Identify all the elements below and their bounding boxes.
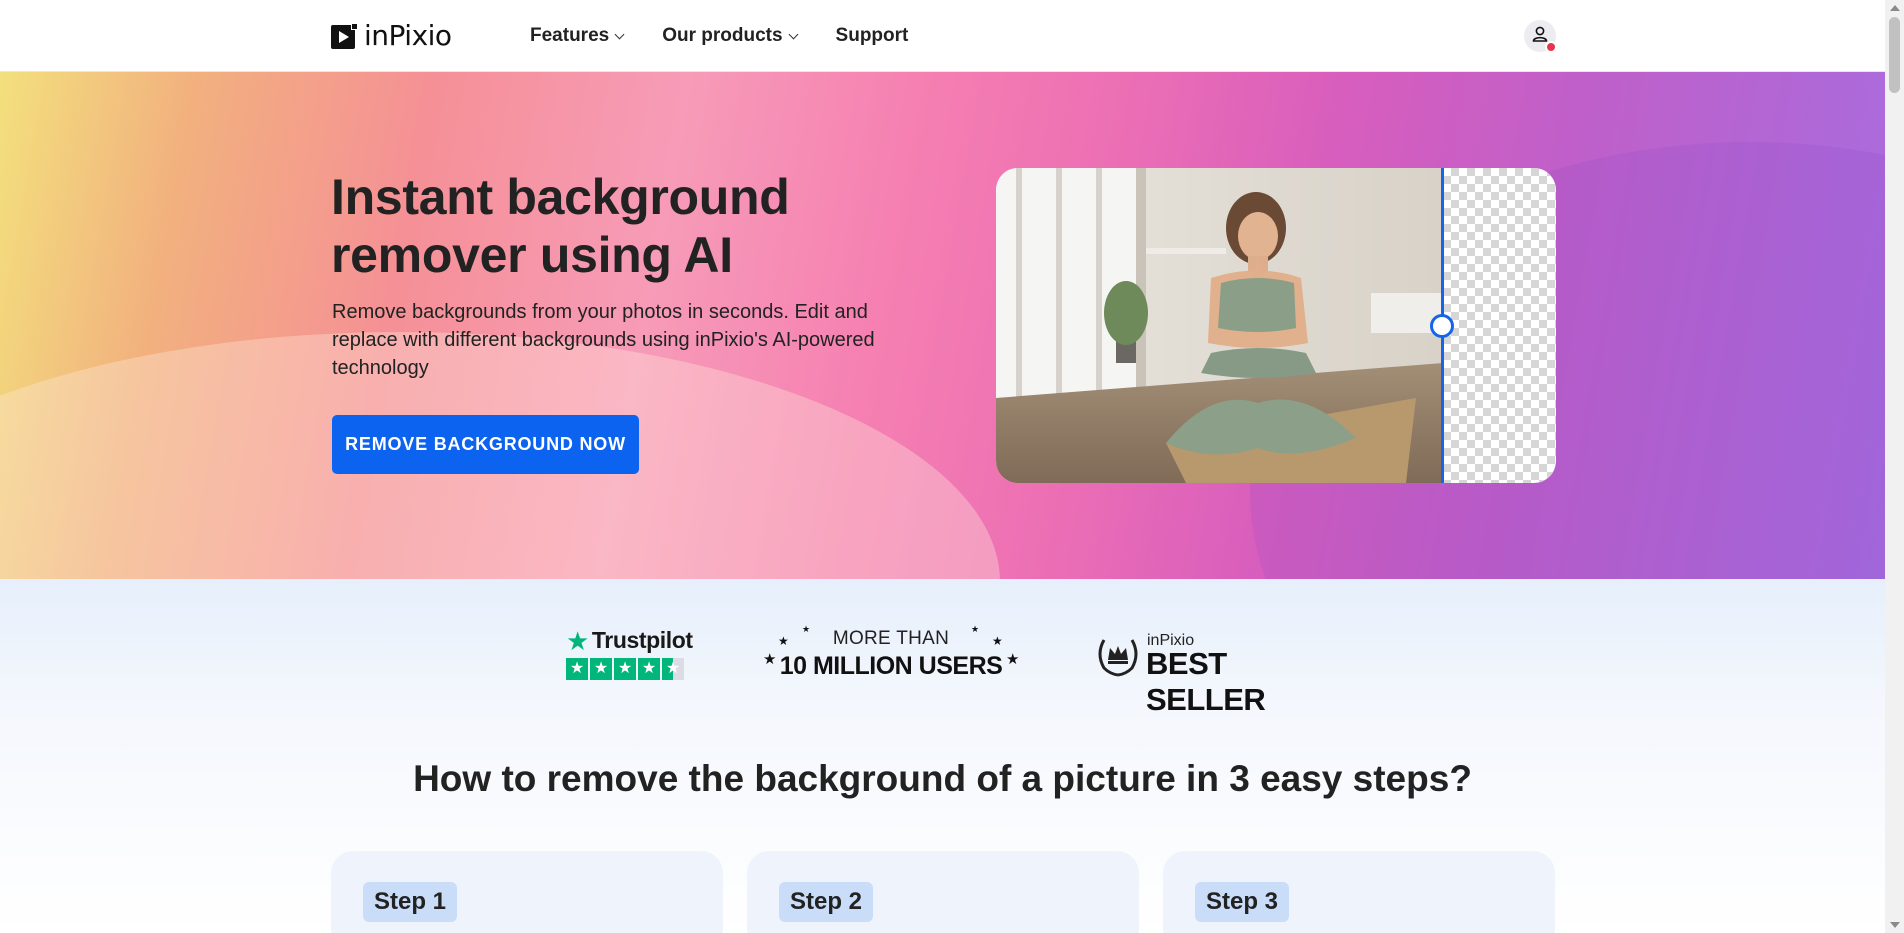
steps-title: How to remove the background of a pictur…: [413, 758, 1472, 799]
nav-features-label: Features: [530, 25, 610, 46]
account-button[interactable]: [1524, 20, 1557, 53]
logo-text: inPixio: [364, 19, 452, 52]
site-header: inPixio Features Our products Support: [0, 0, 1885, 72]
before-after-slider[interactable]: [996, 168, 1556, 483]
compare-handle[interactable]: [1430, 314, 1454, 338]
remove-background-button[interactable]: REMOVE BACKGROUND NOW: [332, 415, 639, 474]
transparent-background-preview: [1443, 168, 1556, 483]
notification-dot: [1545, 41, 1557, 53]
step-label: Step 2: [779, 882, 874, 922]
star-icon: ★: [590, 658, 612, 680]
trustpilot-name-row: ★ Trustpilot: [566, 625, 693, 656]
inpixio-logo-icon: [331, 22, 358, 50]
step-label: Step 1: [363, 882, 458, 922]
nav-our-products[interactable]: Our products: [662, 25, 798, 47]
nav-support-label: Support: [835, 25, 909, 46]
chevron-down-icon: [788, 29, 798, 39]
nav-features[interactable]: Features: [530, 25, 625, 47]
step-card: Step 3: [1163, 851, 1555, 933]
yoga-woman-photo: [996, 168, 1443, 483]
laurel-crown-icon: [1094, 630, 1142, 683]
scroll-up-arrow-icon[interactable]: [1890, 5, 1900, 11]
step-card: Step 1: [331, 851, 723, 933]
star-icon: ★: [566, 658, 588, 680]
trustpilot-name: Trustpilot: [591, 627, 693, 653]
scroll-down-arrow-icon[interactable]: [1890, 922, 1900, 928]
nav-our-products-label: Our products: [662, 25, 783, 46]
trustpilot-badge[interactable]: ★ Trustpilot ★ ★ ★ ★ ★: [566, 625, 693, 680]
star-icon: ★: [638, 658, 660, 680]
step-card: Step 2: [747, 851, 1139, 933]
main-nav: Features Our products Support: [530, 0, 908, 72]
scrollbar-thumb[interactable]: [1889, 17, 1900, 93]
users-badge-top: MORE THAN: [832, 628, 950, 649]
star-icon: ★: [614, 658, 636, 680]
bestseller-label: BEST SELLER: [1146, 646, 1266, 717]
site-logo[interactable]: inPixio: [331, 20, 452, 52]
users-badge-main: 10 MILLION USERS: [779, 652, 1003, 680]
hero-subtitle: Remove backgrounds from your photos in s…: [332, 301, 875, 379]
bestseller-badge: inPixio BEST SELLER: [1094, 630, 1324, 717]
step-label: Step 3: [1195, 882, 1290, 922]
nav-support[interactable]: Support: [836, 25, 909, 47]
half-star-icon: ★: [662, 658, 684, 680]
hero-title: Instant background remover using AI: [331, 169, 790, 283]
users-badge: ★ ★ ★ ★ ★ ★ MORE THAN 10 MILLION USERS: [760, 624, 1022, 680]
page-scrollbar[interactable]: [1885, 0, 1904, 933]
hero-section: Instant background remover using AI Remo…: [0, 72, 1885, 579]
trustpilot-rating: ★ ★ ★ ★ ★: [566, 658, 688, 680]
chevron-down-icon: [614, 29, 625, 39]
trustpilot-star-icon: ★: [566, 625, 589, 656]
